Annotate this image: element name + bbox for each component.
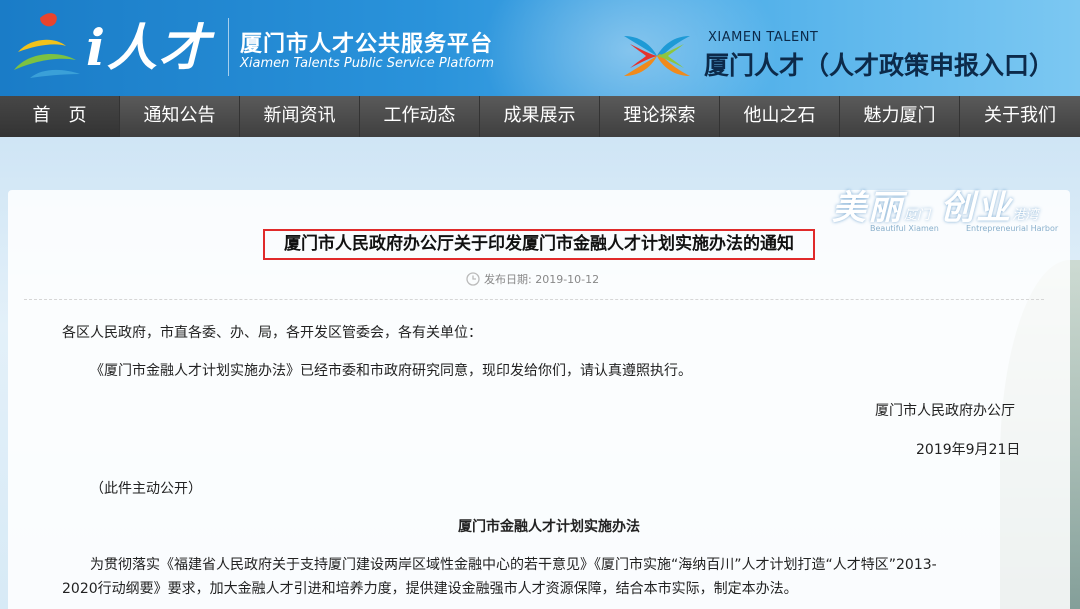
article-title: 厦门市人民政府办公厅关于印发厦门市金融人才计划实施办法的通知 (263, 229, 815, 260)
slogan-a-small: 厦门 (904, 208, 931, 223)
site-title: 厦门市人才公共服务平台 (240, 32, 494, 57)
notice-body: 《厦门市金融人才计划实施办法》已经市委和市政府研究同意，现印发给你们，请认真遵照… (90, 363, 692, 379)
xiamen-talent-en: XIAMEN TALENT (708, 30, 819, 45)
logo-text[interactable]: i人才 (86, 8, 211, 80)
signer: 厦门市人民政府办公厅 (875, 403, 1015, 419)
salutation: 各区人民政府，市直各委、办、局，各开发区管委会，各有关单位： (62, 325, 482, 341)
slogan-a: 美丽 (832, 188, 904, 228)
slogan-a-en: Beautiful Xiamen (870, 224, 939, 233)
site-header: i人才 厦门市人才公共服务平台 Xiamen Talents Public Se… (0, 0, 1080, 96)
nav-item-notices[interactable]: 通知公告 (120, 96, 240, 137)
nav-item-others[interactable]: 他山之石 (720, 96, 840, 137)
sign-date: 2019年9月21日 (916, 442, 1021, 458)
publish-date: 发布日期: 2019-10-12 (466, 271, 599, 287)
measures-paragraph-line1: 为贯彻落实《福建省人民政府关于支持厦门建设两岸区域性金融中心的若干意见》《厦门市… (90, 557, 937, 573)
nav-item-work-updates[interactable]: 工作动态 (360, 96, 480, 137)
publish-date-text: 发布日期: 2019-10-12 (484, 273, 600, 286)
nav-item-news[interactable]: 新闻资讯 (240, 96, 360, 137)
slogan-b: 创业 (940, 188, 1013, 228)
policy-entry-link[interactable]: 厦门人才（人才政策申报入口） (704, 46, 1054, 82)
site-subtitle: Xiamen Talents Public Service Platform (240, 56, 494, 71)
xiamen-talent-logo-icon[interactable] (620, 30, 694, 82)
slogan-b-small: 港湾 (1012, 208, 1039, 223)
nav-item-charm-xiamen[interactable]: 魅力厦门 (840, 96, 960, 137)
measures-title: 厦门市金融人才计划实施办法 (458, 519, 640, 535)
public-note: （此件主动公开） (90, 481, 202, 497)
nav-item-achievements[interactable]: 成果展示 (480, 96, 600, 137)
measures-paragraph-line2: 2020行动纲要》要求，加大金融人才引进和培养力度，提供建设金融强市人才资源保障… (62, 581, 798, 597)
clock-icon (466, 272, 480, 286)
divider-line (24, 299, 1044, 300)
header-divider (228, 18, 229, 76)
nav-item-home[interactable]: 首 页 (0, 96, 120, 137)
slogan-decoration: 美丽厦门 创业港湾 (832, 180, 1038, 229)
nav-item-theory[interactable]: 理论探索 (600, 96, 720, 137)
talent-logo-icon[interactable] (10, 8, 90, 88)
main-nav: 首 页 通知公告 新闻资讯 工作动态 成果展示 理论探索 他山之石 魅力厦门 关… (0, 96, 1080, 138)
slogan-b-en: Entrepreneurial Harbor (966, 224, 1059, 233)
nav-item-about-us[interactable]: 关于我们 (960, 96, 1080, 137)
